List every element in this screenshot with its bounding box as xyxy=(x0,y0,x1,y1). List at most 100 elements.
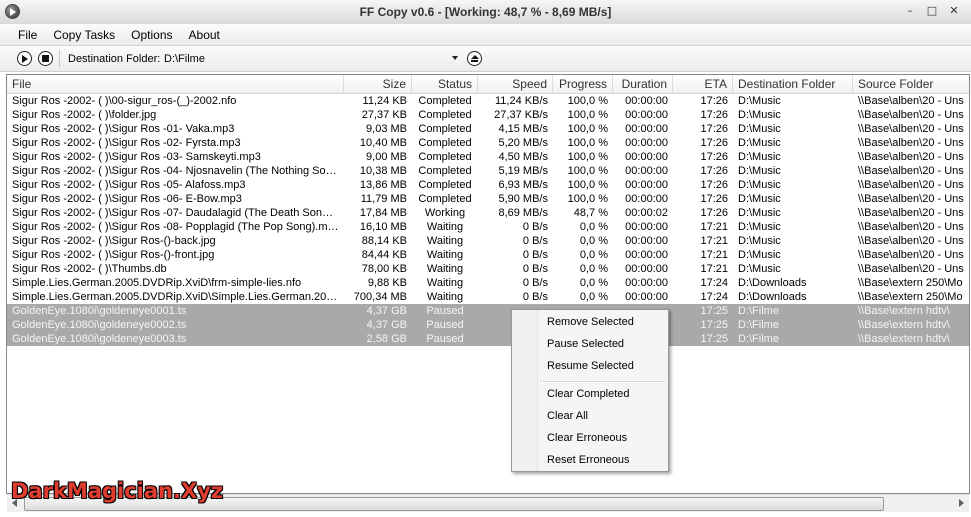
scroll-right-icon[interactable] xyxy=(952,495,969,512)
column-header-eta[interactable]: ETA xyxy=(673,75,733,93)
watermark-text: DarkMagician.Xyz xyxy=(11,479,224,503)
table-row[interactable]: Sigur Ros -2002- ( )\Sigur Ros -08- Popp… xyxy=(7,220,969,234)
start-button[interactable] xyxy=(17,51,32,66)
cell-status: Waiting xyxy=(426,291,464,303)
column-header-size[interactable]: Size xyxy=(344,75,412,93)
menu-copy-tasks[interactable]: Copy Tasks xyxy=(45,28,123,42)
column-header-destination-folder[interactable]: Destination Folder xyxy=(733,75,853,93)
cell-size: 4,37 GB xyxy=(366,319,407,331)
cell-file: Sigur Ros -2002- ( )\Thumbs.db xyxy=(12,263,167,275)
cell-speed: 0 B/s xyxy=(522,291,548,303)
table-row[interactable]: Sigur Ros -2002- ( )\folder.jpg 27,37 KB C… xyxy=(7,108,969,122)
cell-status: Completed xyxy=(418,109,472,121)
cell-speed: 6,93 MB/s xyxy=(498,179,548,191)
table-row[interactable]: Sigur Ros -2002- ( )\Sigur Ros-()-back.j… xyxy=(7,234,969,248)
table-row[interactable]: Simple.Lies.German.2005.DVDRip.XviD\frm-… xyxy=(7,276,969,290)
resume-selected-item[interactable]: Resume Selected xyxy=(547,360,634,372)
cell-destination-folder: D:\Music xyxy=(738,179,781,191)
cell-progress: 48,7 % xyxy=(573,207,608,219)
menu-options[interactable]: Options xyxy=(123,28,180,42)
cell-source-folder: \\Base\alben\20 - Uns xyxy=(858,95,964,107)
cell-speed: 4,50 MB/s xyxy=(498,151,548,163)
cell-status: Paused xyxy=(426,319,464,331)
cell-duration: 00:00:00 xyxy=(625,179,668,191)
column-header-file[interactable]: File xyxy=(7,75,344,93)
table-row[interactable]: Sigur Ros -2002- ( )\Sigur Ros -04- Njos… xyxy=(7,164,969,178)
cell-destination-folder: D:\Music xyxy=(738,151,781,163)
cell-source-folder: \\Base\alben\20 - Uns xyxy=(858,263,964,275)
table-row[interactable]: Simple.Lies.German.2005.DVDRip.XviD\Simp… xyxy=(7,290,969,304)
table-row[interactable]: Sigur Ros -2002- ( )\Sigur Ros -07- Daud… xyxy=(7,206,969,220)
table-row[interactable]: Sigur Ros -2002- ( )\Sigur Ros-()-front.… xyxy=(7,248,969,262)
cell-progress: 100,0 % xyxy=(567,95,608,107)
cell-size: 11,24 KB xyxy=(362,95,407,107)
cell-source-folder: \\Base\alben\20 - Uns xyxy=(858,109,964,121)
cell-status: Waiting xyxy=(426,263,464,275)
cell-destination-folder: D:\Music xyxy=(738,109,781,121)
cell-duration: 00:00:00 xyxy=(625,165,668,177)
table-row[interactable]: Sigur Ros -2002- ( )\Sigur Ros -05- Alaf… xyxy=(7,178,969,192)
table-row[interactable]: Sigur Ros -2002- ( )\Sigur Ros -03- Sams… xyxy=(7,150,969,164)
cell-status: Completed xyxy=(418,123,472,135)
context-menu-icon-strip xyxy=(512,310,538,471)
eject-icon[interactable] xyxy=(467,51,482,66)
cell-duration: 00:00:00 xyxy=(625,277,668,289)
stop-button[interactable] xyxy=(38,51,53,66)
table-row[interactable]: Sigur Ros -2002- ( )\Sigur Ros -02- Fyrs… xyxy=(7,136,969,150)
context-menu-separator xyxy=(540,381,665,383)
cell-source-folder: \\Base\alben\20 - Uns xyxy=(858,235,964,247)
cell-source-folder: \\Base\alben\20 - Uns xyxy=(858,151,964,163)
cell-eta: 17:26 xyxy=(700,137,728,149)
clear-completed-item[interactable]: Clear Completed xyxy=(547,388,630,400)
title-bar[interactable]: FF Copy v0.6 - [Working: 48,7 % - 8,69 M… xyxy=(0,0,971,25)
clear-all-item[interactable]: Clear All xyxy=(547,410,588,422)
table-row[interactable]: Sigur Ros -2002- ( )\Sigur Ros -01- Vaka… xyxy=(7,122,969,136)
cell-file: Sigur Ros -2002- ( )\00-sigur_ros-(_)-20… xyxy=(12,95,237,107)
table-row[interactable]: Sigur Ros -2002- ( )\00-sigur_ros-(_)-20… xyxy=(7,94,969,108)
table-row[interactable]: GoldenEye.1080i\goldeneye0003.ts 2,58 GB P… xyxy=(7,332,969,346)
cell-eta: 17:25 xyxy=(700,319,728,331)
cell-file: Sigur Ros -2002- ( )\Sigur Ros -01- Vaka… xyxy=(12,123,235,135)
copy-task-list[interactable]: File Size Status Speed Progress Duration ETA De… xyxy=(6,74,970,494)
cell-eta: 17:26 xyxy=(700,123,728,135)
cell-duration: 00:00:00 xyxy=(625,249,668,261)
cell-size: 13,86 MB xyxy=(359,179,407,191)
dropdown-arrow-icon[interactable] xyxy=(452,56,458,60)
cell-size: 17,84 MB xyxy=(359,207,407,219)
cell-size: 84,44 KB xyxy=(361,249,407,261)
column-header-source-folder[interactable]: Source Folder xyxy=(853,75,969,93)
cell-file: Sigur Ros -2002- ( )\Sigur Ros -05- Alaf… xyxy=(12,179,246,191)
menu-bar: File Copy Tasks Options About xyxy=(0,24,971,46)
column-header-progress[interactable]: Progress xyxy=(553,75,613,93)
table-row[interactable]: GoldenEye.1080i\goldeneye0001.ts 4,37 GB P… xyxy=(7,304,969,318)
cell-duration: 00:00:00 xyxy=(625,263,668,275)
cell-eta: 17:21 xyxy=(700,221,728,233)
clear-erroneous-item[interactable]: Clear Erroneous xyxy=(547,432,627,444)
column-header-speed[interactable]: Speed xyxy=(478,75,553,93)
maximize-button[interactable]: □ xyxy=(921,3,943,19)
window-title: FF Copy v0.6 - [Working: 48,7 % - 8,69 M… xyxy=(359,5,612,19)
column-header-duration[interactable]: Duration xyxy=(613,75,673,93)
destination-folder-input[interactable] xyxy=(161,50,462,67)
cell-speed: 8,69 MB/s xyxy=(498,207,548,219)
reset-erroneous-item[interactable]: Reset Erroneous xyxy=(547,454,630,466)
cell-size: 78,00 KB xyxy=(361,263,407,275)
close-button[interactable]: ✕ xyxy=(943,3,965,19)
table-row[interactable]: Sigur Ros -2002- ( )\Thumbs.db 78,00 KB Wa… xyxy=(7,262,969,276)
menu-about[interactable]: About xyxy=(181,28,228,42)
minimize-button[interactable]: – xyxy=(899,3,921,19)
table-row[interactable]: Sigur Ros -2002- ( )\Sigur Ros -06- E-Bo… xyxy=(7,192,969,206)
cell-progress: 0,0 % xyxy=(579,291,608,303)
remove-selected-item[interactable]: Remove Selected xyxy=(547,316,634,328)
cell-destination-folder: D:\Filme xyxy=(738,319,779,331)
table-row[interactable]: GoldenEye.1080i\goldeneye0002.ts 4,37 GB P… xyxy=(7,318,969,332)
column-header-status[interactable]: Status xyxy=(412,75,478,93)
cell-destination-folder: D:\Music xyxy=(738,193,781,205)
cell-size: 9,00 MB xyxy=(366,151,407,163)
cell-source-folder: \\Base\extern 250\Mo xyxy=(858,277,963,289)
pause-selected-item[interactable]: Pause Selected xyxy=(547,338,624,350)
menu-file[interactable]: File xyxy=(10,28,45,42)
cell-size: 11,79 MB xyxy=(360,193,407,205)
cell-file: Sigur Ros -2002- ( )\Sigur Ros-()-front.… xyxy=(12,249,215,261)
list-header: File Size Status Speed Progress Duration ETA De… xyxy=(7,75,969,94)
